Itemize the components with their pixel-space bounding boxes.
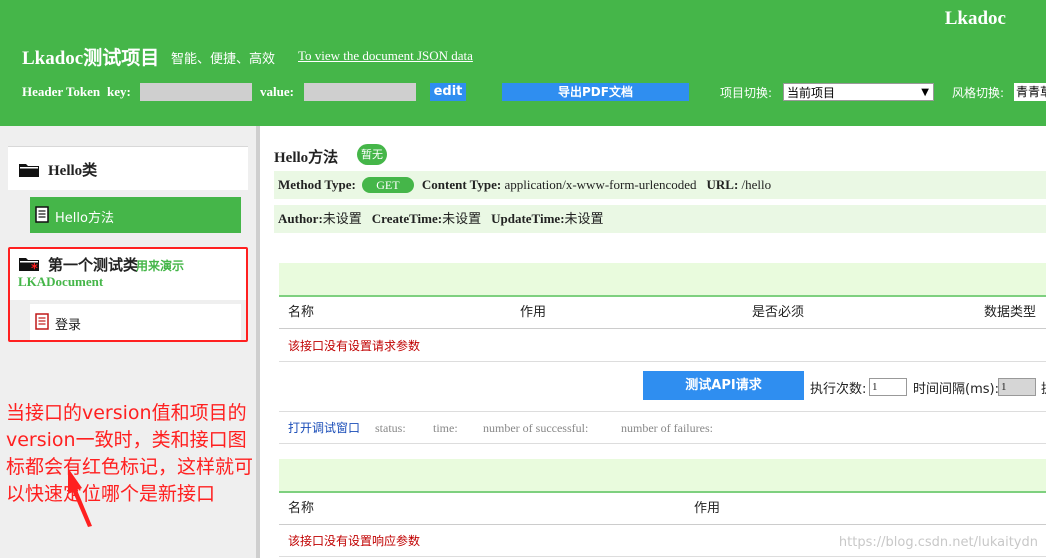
method-title: Hello方法 <box>274 150 339 166</box>
method-info-row: Method Type: GET Content Type: application… <box>274 171 1046 199</box>
column-header-purpose: 作用 <box>520 305 547 320</box>
class-name: Hello类 <box>48 163 98 179</box>
interval-label: 时间间隔(ms): <box>913 382 999 397</box>
main-content: Hello方法 暂无 Method Type: GET Content Type: … <box>262 126 1046 558</box>
exec-count-label: 执行次数: <box>810 382 867 397</box>
exec-count-input[interactable]: 1 <box>869 378 907 396</box>
response-params-header <box>279 459 1046 493</box>
author-value: 未设置 <box>322 211 362 226</box>
method-name: Hello方法 <box>55 211 114 226</box>
time-label: time: <box>433 421 458 435</box>
watermark: https://blog.csdn.net/lukaitydn <box>838 535 1038 550</box>
column-header-required: 是否必须 <box>752 305 805 320</box>
request-table-header: 名称 作用 是否必须 数据类型 <box>279 297 1046 329</box>
style-switch-label: 风格切换: <box>952 86 1005 100</box>
project-switch-label: 项目切换: <box>720 86 773 100</box>
header-token-row: Header Token key: value: edit 导出PDF文档 项目… <box>0 82 1046 102</box>
document-icon <box>35 206 49 227</box>
debug-row: 打开调试窗口 status: time: number of successfu… <box>279 411 1046 444</box>
success-count-label: number of successful: <box>483 421 589 435</box>
author-label: Author: <box>278 211 323 226</box>
column-header-name: 名称 <box>288 305 315 320</box>
status-badge: 暂无 <box>357 144 387 165</box>
sidebar-method-hello[interactable]: Hello方法 <box>30 197 241 233</box>
url-label: URL: <box>706 177 739 192</box>
url-value: /hello <box>741 177 772 192</box>
style-switch-select[interactable]: 青青草原 <box>1014 83 1046 101</box>
test-bar: 测试API请求 执行次数: 1 时间间隔(ms): 1 执 <box>279 364 1046 408</box>
response-table-header: 名称 作用 <box>279 493 1046 525</box>
column-header-purpose: 作用 <box>694 501 721 516</box>
sidebar-class-hello[interactable]: Hello类 <box>8 146 248 190</box>
content-type-value: application/x-www-form-urlencoded <box>504 177 697 192</box>
content-type-label: Content Type: <box>421 177 502 192</box>
value-label: value: <box>260 84 294 99</box>
edit-button[interactable]: edit <box>430 83 466 101</box>
status-label: status: <box>375 421 406 435</box>
annotation-text: 当接口的version值和项目的version一致时，类和接口图标都会有红色标记… <box>6 402 254 505</box>
highlight-frame <box>8 247 248 342</box>
token-key-input[interactable] <box>140 83 252 101</box>
create-time-label: CreateTime: <box>371 211 443 226</box>
view-json-link[interactable]: To view the document JSON data <box>298 48 473 64</box>
sidebar-divider[interactable] <box>256 126 260 558</box>
test-api-button[interactable]: 测试API请求 <box>643 371 804 400</box>
column-header-datatype: 数据类型 <box>984 305 1037 320</box>
brand-logo: Lkadoc <box>944 8 1006 29</box>
sidebar: Hello类 Hello方法 * 第一个测试类 用来演示 LKADocument… <box>0 126 256 558</box>
method-type-badge: GET <box>361 177 414 194</box>
column-header-name: 名称 <box>288 501 315 516</box>
token-value-input[interactable] <box>304 83 416 101</box>
method-type-label: Method Type: <box>278 177 356 192</box>
header-token-label: Header Token <box>22 84 101 99</box>
interval-input[interactable]: 1 <box>998 378 1036 396</box>
create-time-value: 未设置 <box>442 211 482 226</box>
open-debug-window-link[interactable]: 打开调试窗口 <box>288 412 360 444</box>
project-switch-value: 当前项目 <box>787 86 836 100</box>
author-info-row: Author:未设置 CreateTime:未设置 UpdateTime:未设置 <box>274 205 1046 233</box>
project-switch-select[interactable]: 当前项目 ▼ <box>783 83 934 101</box>
export-pdf-button[interactable]: 导出PDF文档 <box>502 83 689 101</box>
project-description: 智能、便捷、高效 <box>171 52 276 67</box>
folder-icon <box>18 162 40 182</box>
dropdown-arrow-icon: ▼ <box>921 87 929 98</box>
exec-tail-label: 执 <box>1041 378 1046 397</box>
update-time-value: 未设置 <box>564 211 604 226</box>
header: Lkadoc Lkadoc测试项目 智能、便捷、高效 To view the d… <box>0 0 1046 126</box>
project-title: Lkadoc测试项目 <box>22 48 160 69</box>
key-label: key: <box>107 84 131 99</box>
update-time-label: UpdateTime: <box>491 211 565 226</box>
request-params-header <box>279 263 1046 297</box>
request-empty-row: 该接口没有设置请求参数 <box>279 330 1046 362</box>
failure-count-label: number of failures: <box>621 421 713 435</box>
